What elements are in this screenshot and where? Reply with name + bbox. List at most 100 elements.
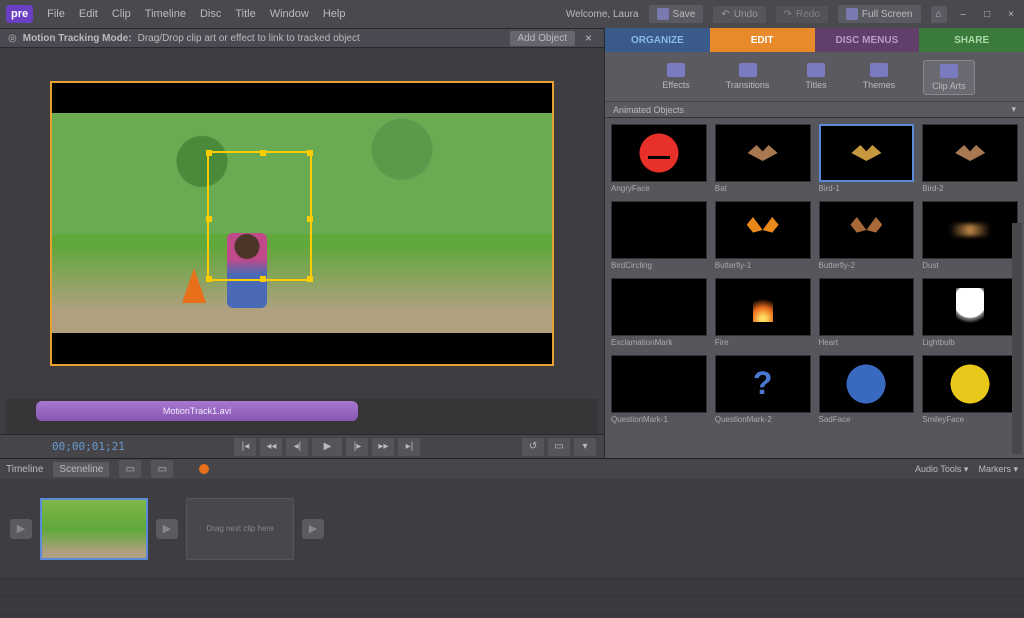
category-header[interactable]: Animated Objects ▾ [605, 101, 1024, 118]
menu-timeline[interactable]: Timeline [145, 8, 186, 20]
asset-thumb [715, 201, 811, 259]
tab-organize[interactable]: ORGANIZE [605, 28, 710, 52]
menu-window[interactable]: Window [270, 8, 309, 20]
asset-label: Butterfly-1 [715, 261, 811, 270]
asset-label: Dust [922, 261, 1018, 270]
options-button[interactable]: ▾ [574, 438, 596, 456]
asset-label: Bat [715, 184, 811, 193]
asset-smileyface[interactable]: SmileyFace [922, 355, 1018, 424]
menu-help[interactable]: Help [323, 8, 346, 20]
asset-angryface[interactable]: AngryFace [611, 124, 707, 193]
rewind-button[interactable]: ◂◂ [260, 438, 282, 456]
sceneline-tool-1[interactable]: ▭ [119, 460, 141, 478]
asset-bird-2[interactable]: Bird-2 [922, 124, 1018, 193]
asset-bat[interactable]: Bat [715, 124, 811, 193]
audio-track-2[interactable] [0, 597, 1024, 615]
tab-share[interactable]: SHARE [919, 28, 1024, 52]
add-object-button[interactable]: Add Object [510, 31, 575, 46]
bottom-panel: Timeline Sceneline ▭ ▭ Audio Tools ▾ Mar… [0, 458, 1024, 618]
app-logo: pre [6, 5, 33, 23]
goto-end-button[interactable]: ▸| [398, 438, 420, 456]
menu-file[interactable]: File [47, 8, 65, 20]
tab-timeline[interactable]: Timeline [6, 464, 43, 475]
asset-sadface[interactable]: SadFace [819, 355, 915, 424]
fast-fwd-button[interactable]: ▸▸ [372, 438, 394, 456]
scene-prev-transition[interactable]: ▶ [10, 519, 32, 539]
asset-lightbulb[interactable]: Lightbulb [922, 278, 1018, 347]
scene-clip-1[interactable] [40, 498, 148, 560]
asset-fire[interactable]: Fire [715, 278, 811, 347]
record-icon[interactable] [199, 464, 209, 474]
tab-edit[interactable]: EDIT [710, 28, 815, 52]
sceneline-tool-2[interactable]: ▭ [151, 460, 173, 478]
motion-tracking-hint: Drag/Drop clip art or effect to link to … [138, 33, 360, 44]
minimize-button[interactable]: – [957, 9, 971, 20]
motion-tracking-title: Motion Tracking Mode: [23, 33, 132, 44]
audio-tools-button[interactable]: Audio Tools ▾ [915, 464, 968, 475]
effects-icon [667, 63, 685, 77]
motion-tracking-bar: ◎ Motion Tracking Mode: Drag/Drop clip a… [0, 28, 604, 48]
tab-sceneline[interactable]: Sceneline [53, 462, 109, 477]
transitions-icon [739, 63, 757, 77]
markers-button[interactable]: Markers ▾ [978, 464, 1018, 475]
scene-placeholder[interactable]: Drag next clip here [186, 498, 294, 560]
menu-clip[interactable]: Clip [112, 8, 131, 20]
play-button[interactable]: ▶ [312, 438, 342, 456]
asset-label: SadFace [819, 415, 915, 424]
scene-transition-1[interactable]: ▶ [156, 519, 178, 539]
menu-edit[interactable]: Edit [79, 8, 98, 20]
asset-label: QuestionMark-1 [611, 415, 707, 424]
close-button[interactable]: × [1004, 9, 1018, 20]
clip arts-icon [940, 64, 958, 78]
asset-thumb [611, 124, 707, 182]
menu-items: File Edit Clip Timeline Disc Title Window Help [47, 8, 345, 20]
asset-label: QuestionMark-2 [715, 415, 811, 424]
subtab-transitions[interactable]: Transitions [718, 60, 778, 95]
subtab-effects[interactable]: Effects [654, 60, 697, 95]
fullscreen-button[interactable]: Full Screen [838, 5, 921, 23]
redo-label: Redo [796, 9, 820, 20]
maximize-button[interactable]: □ [980, 9, 994, 20]
asset-butterfly-1[interactable]: Butterfly-1 [715, 201, 811, 270]
asset-thumb [819, 355, 915, 413]
clip-bar[interactable]: MotionTrack1.avi [36, 401, 358, 421]
scene-next-transition[interactable]: ▶ [302, 519, 324, 539]
tab-disc-menus[interactable]: DISC MENUS [815, 28, 920, 52]
step-back-button[interactable]: ◂| [286, 438, 308, 456]
save-label: Save [673, 9, 696, 20]
tracking-box[interactable] [207, 151, 312, 281]
safe-margins-button[interactable]: ▭ [548, 438, 570, 456]
save-button[interactable]: Save [649, 5, 704, 23]
step-fwd-button[interactable]: |▸ [346, 438, 368, 456]
asset-questionmark-1[interactable]: QuestionMark-1 [611, 355, 707, 424]
asset-thumb [922, 124, 1018, 182]
audio-track-1[interactable] [0, 579, 1024, 597]
menu-disc[interactable]: Disc [200, 8, 221, 20]
subtab-themes[interactable]: Themes [855, 60, 904, 95]
redo-button[interactable]: ↷ Redo [776, 6, 828, 23]
home-button[interactable]: ⌂ [931, 6, 947, 23]
main-area: ◎ Motion Tracking Mode: Drag/Drop clip a… [0, 28, 1024, 458]
asset-butterfly-2[interactable]: Butterfly-2 [819, 201, 915, 270]
loop-button[interactable]: ↺ [522, 438, 544, 456]
preview-area [0, 48, 604, 399]
subtab-titles[interactable]: Titles [797, 60, 834, 95]
undo-button[interactable]: ↶ Undo [713, 6, 765, 23]
goto-start-button[interactable]: |◂ [234, 438, 256, 456]
asset-grid: AngryFace Bat Bird-1Bird-2 BirdCircling Butt… [611, 124, 1018, 424]
menubar: pre File Edit Clip Timeline Disc Title Window H… [0, 0, 1024, 28]
close-motion-button[interactable]: × [581, 31, 596, 45]
asset-dust[interactable]: Dust [922, 201, 1018, 270]
asset-questionmark-2[interactable]: ?QuestionMark-2 [715, 355, 811, 424]
asset-birdcircling[interactable]: BirdCircling [611, 201, 707, 270]
save-icon [657, 8, 669, 20]
asset-bird-1[interactable]: Bird-1 [819, 124, 915, 193]
subtab-clip-arts[interactable]: Clip Arts [923, 60, 975, 95]
asset-label: SmileyFace [922, 415, 1018, 424]
scrollbar[interactable] [1012, 223, 1022, 454]
asset-heart[interactable]: Heart [819, 278, 915, 347]
video-preview[interactable] [50, 81, 554, 366]
mini-timeline[interactable]: MotionTrack1.avi [6, 399, 598, 434]
menu-title[interactable]: Title [235, 8, 255, 20]
asset-exclamationmark[interactable]: ExclamationMark [611, 278, 707, 347]
